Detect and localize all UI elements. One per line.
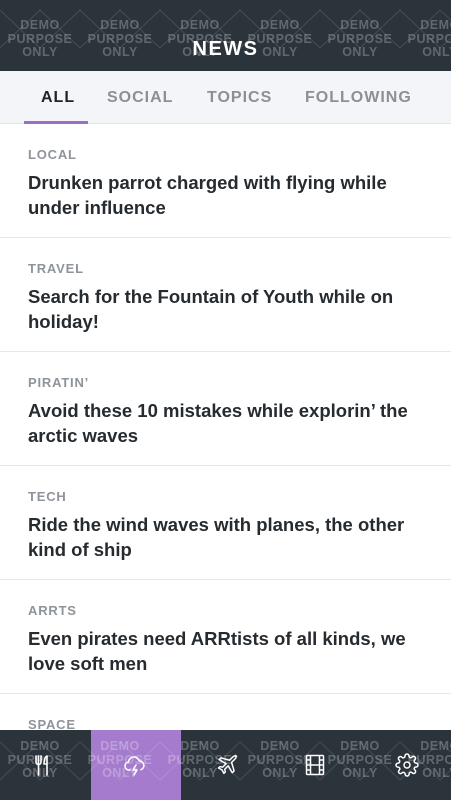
news-category: ARRTS xyxy=(28,603,77,618)
news-headline: Drunken parrot charged with flying while… xyxy=(28,172,387,218)
page-title: NEWS xyxy=(192,38,259,60)
news-headline: Ride the wind waves with planes, the oth… xyxy=(28,514,405,560)
news-item[interactable]: LOCAL Drunken parrot charged with flying… xyxy=(0,124,451,238)
news-category: TECH xyxy=(28,489,67,504)
app-header: DEMO PURPOSE ONLY DEMO PURPOSE ONLY DEMO… xyxy=(0,0,451,71)
airplane-icon xyxy=(217,754,238,775)
tab-all[interactable]: ALL xyxy=(41,71,75,124)
news-category: PIRATIN’ xyxy=(28,375,90,390)
news-item[interactable]: TRAVEL Search for the Fountain of Youth … xyxy=(0,238,451,352)
nav-media[interactable] xyxy=(271,730,361,800)
news-headline: Avoid these 10 mistakes while explorin’ … xyxy=(28,400,408,446)
film-strip-icon xyxy=(305,754,325,776)
news-item[interactable]: TECH Ride the wind waves with planes, th… xyxy=(0,466,451,580)
tab-topics[interactable]: TOPICS xyxy=(207,71,272,124)
storm-cloud-icon xyxy=(124,756,145,776)
news-category: SPACE xyxy=(28,717,76,730)
news-headline: Search for the Fountain of Youth while o… xyxy=(28,286,394,332)
tab-social[interactable]: SOCIAL xyxy=(107,71,173,124)
nav-food[interactable] xyxy=(0,730,91,800)
fork-knife-icon xyxy=(34,755,48,776)
tab-bar: ALL SOCIAL TOPICS FOLLOWING xyxy=(0,71,451,124)
tab-following[interactable]: FOLLOWING xyxy=(305,71,412,124)
nav-weather[interactable] xyxy=(91,730,181,800)
nav-travel[interactable] xyxy=(181,730,271,800)
news-headline: Even pirates need ARRtists of all kinds,… xyxy=(28,628,406,674)
news-list[interactable]: LOCAL Drunken parrot charged with flying… xyxy=(0,124,451,730)
gear-icon xyxy=(395,753,419,777)
news-item[interactable]: SPACE xyxy=(0,694,451,730)
news-item[interactable]: PIRATIN’ Avoid these 10 mistakes while e… xyxy=(0,352,451,466)
news-category: TRAVEL xyxy=(28,261,84,276)
news-item[interactable]: ARRTS Even pirates need ARRtists of all … xyxy=(0,580,451,694)
news-category: LOCAL xyxy=(28,147,77,162)
nav-settings[interactable] xyxy=(361,730,451,800)
bottom-nav: DEMO PURPOSE ONLY DEMO PURPOSE ONLY DEMO… xyxy=(0,730,451,800)
